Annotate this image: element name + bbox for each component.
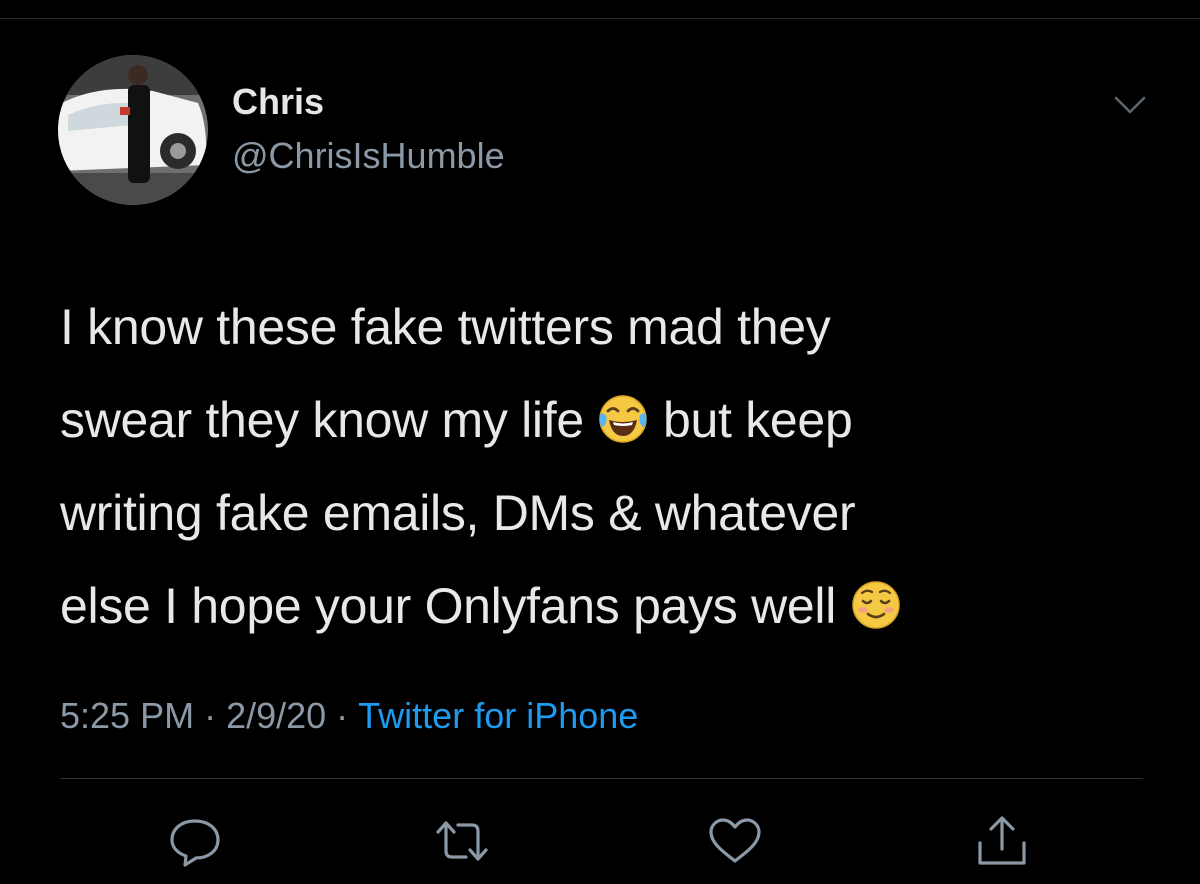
tweet-text-line: else I hope your Onlyfans pays well (60, 560, 1140, 653)
actions-divider (60, 778, 1143, 779)
tweet-text-line: swear they know my life but keep (60, 374, 1140, 467)
retweet-icon[interactable] (432, 813, 492, 869)
tweet-time[interactable]: 5:25 PM (60, 695, 194, 736)
like-icon[interactable] (705, 813, 765, 869)
top-divider (0, 18, 1200, 19)
tweet-source-link[interactable]: Twitter for iPhone (358, 695, 638, 736)
share-icon[interactable] (972, 813, 1032, 869)
tweet-text-line: I know these fake twitters mad they (60, 281, 1140, 374)
tweet-text: I know these fake twitters mad they swea… (60, 281, 1140, 653)
tweet-date[interactable]: 2/9/20 (226, 695, 326, 736)
smiling-face-icon (850, 579, 902, 631)
tweet-text-segment: else I hope your Onlyfans pays well (60, 578, 850, 634)
face-with-tears-of-joy-icon (597, 393, 649, 445)
tweet-text-segment: swear they know my life (60, 392, 598, 448)
avatar[interactable] (58, 55, 208, 205)
chevron-down-icon[interactable] (1110, 88, 1150, 120)
author-display-name[interactable]: Chris (232, 80, 324, 124)
meta-separator: · (204, 695, 217, 736)
tweet-meta: 5:25 PM · 2/9/20 · Twitter for iPhone (60, 694, 638, 738)
author-handle[interactable]: @ChrisIsHumble (232, 134, 505, 178)
reply-icon[interactable] (165, 813, 225, 869)
tweet-text-segment: but keep (649, 392, 853, 448)
tweet-text-line: writing fake emails, DMs & whatever (60, 467, 1140, 560)
tweet-text-segment: writing fake emails, DMs & whatever (60, 485, 856, 541)
tweet-text-segment: I know these fake twitters mad they (60, 299, 831, 355)
avatar-photo (58, 55, 208, 205)
meta-separator: · (336, 695, 349, 736)
